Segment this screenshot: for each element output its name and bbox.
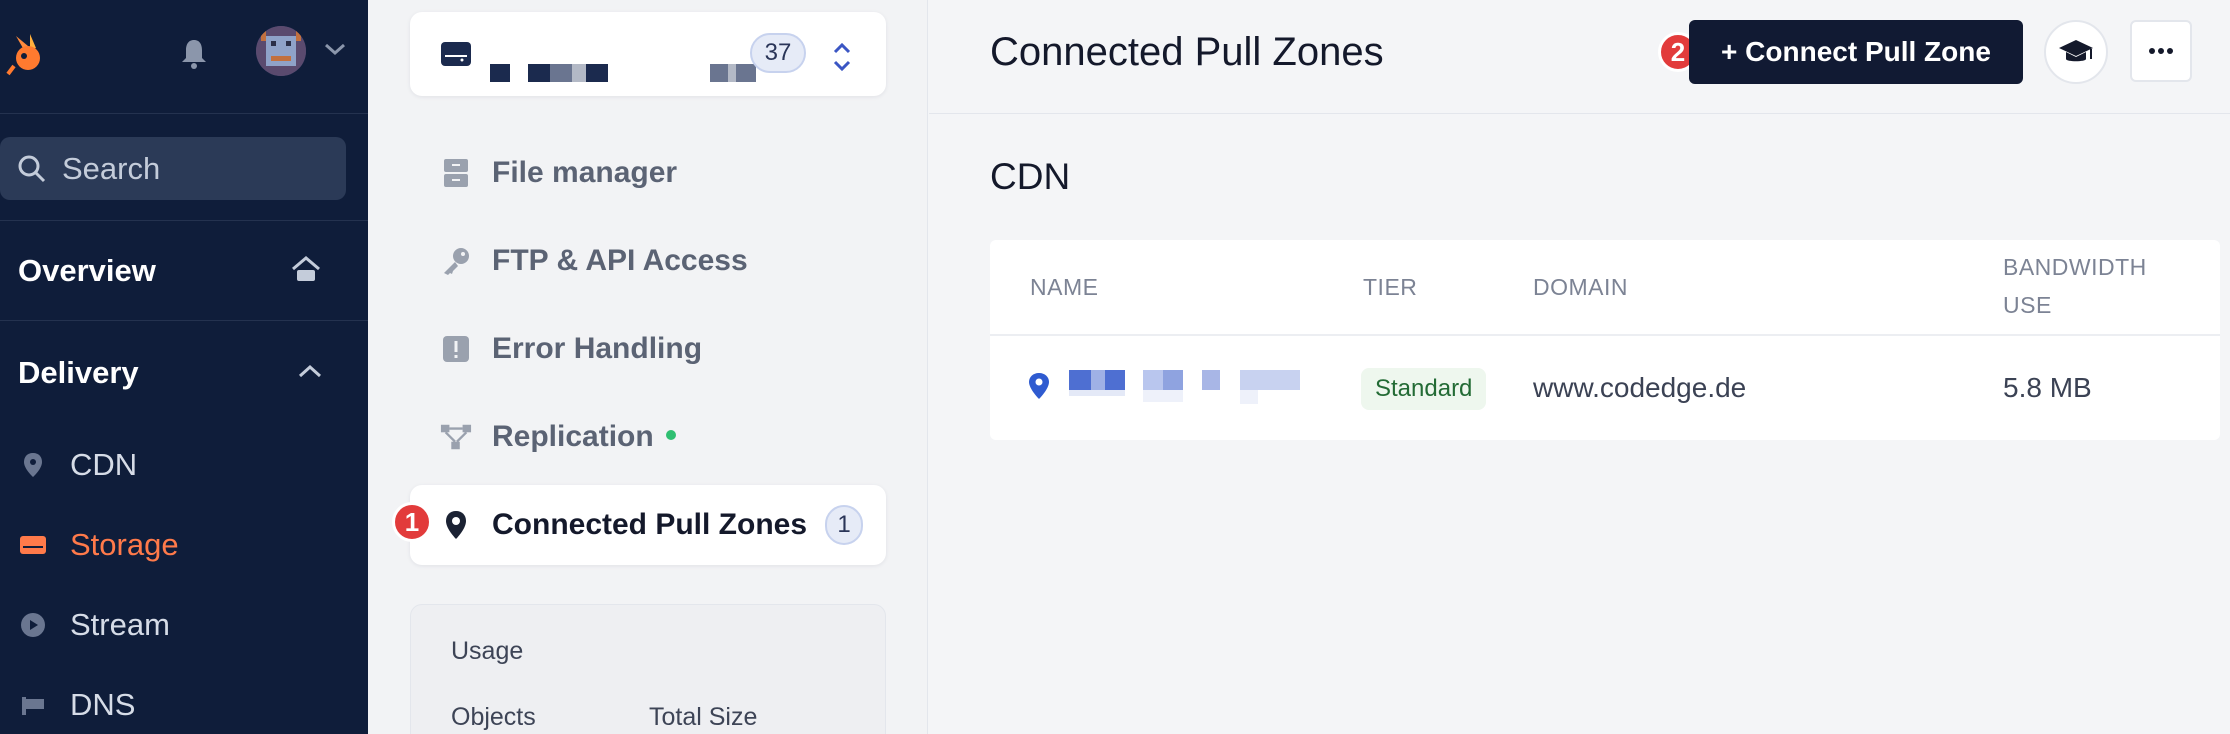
page-header: Connected Pull Zones 2 + Connect Pull Zo… (929, 0, 2230, 114)
connect-pull-zone-button[interactable]: + Connect Pull Zone (1689, 20, 2023, 84)
redacted-pull-zone-name (1143, 390, 1183, 402)
menu-label: File manager (492, 156, 678, 189)
redacted-pull-zone-name (1240, 370, 1300, 390)
dns-icon (18, 690, 48, 720)
nav-item-stream[interactable]: Stream (0, 597, 368, 653)
main-nav: Overview Delivery CDN Storage Stream DNS (0, 0, 368, 734)
menu-ftp-api-access[interactable]: FTP & API Access (410, 221, 886, 301)
nav-item-label: Storage (70, 527, 179, 562)
learn-button[interactable] (2044, 20, 2108, 84)
table-row[interactable]: Standard www.codedge.de 5.8 MB (990, 336, 2220, 440)
key-icon (440, 245, 472, 277)
alert-icon (440, 333, 472, 365)
nav-item-dns[interactable]: DNS (0, 677, 368, 733)
usage-title: Usage (451, 637, 524, 665)
more-options-button[interactable] (2130, 20, 2192, 82)
nav-delivery[interactable]: Delivery (18, 355, 139, 391)
redacted-zone-name (586, 64, 608, 82)
column-header-domain[interactable]: DOMAIN (1533, 268, 1628, 306)
storage-submenu-panel: 37 File manager FTP & API Access Error H… (368, 0, 928, 734)
menu-label: Replication (492, 420, 654, 453)
map-pin-icon (440, 509, 472, 541)
chevron-down-icon[interactable] (322, 40, 348, 58)
redacted-zone-name (490, 64, 510, 82)
redacted-pull-zone-name (1069, 390, 1125, 396)
nav-item-cdn[interactable]: CDN (0, 437, 368, 493)
column-header-name[interactable]: NAME (1030, 268, 1098, 306)
redacted-zone-name (728, 64, 736, 82)
bandwidth-cell: 5.8 MB (2003, 372, 2092, 403)
storage-zone-selector[interactable]: 37 (410, 12, 886, 96)
nav-item-label: DNS (70, 687, 136, 722)
file-cabinet-icon (440, 157, 472, 189)
redacted-zone-name (710, 64, 728, 82)
usage-objects-label: Objects (451, 703, 536, 731)
page-title: Connected Pull Zones (990, 30, 1384, 74)
redacted-pull-zone-name (1202, 370, 1220, 390)
home-icon[interactable] (290, 254, 322, 284)
table-header: NAME TIER DOMAIN BANDWIDTH USE (990, 240, 2220, 336)
notification-bell-icon[interactable] (178, 36, 210, 70)
graduation-cap-icon (2059, 40, 2093, 62)
main-content: Connected Pull Zones 2 + Connect Pull Zo… (929, 0, 2230, 734)
column-header-bandwidth-line2: USE (2003, 292, 2052, 318)
column-header-bandwidth[interactable]: BANDWIDTH USE (2003, 248, 2147, 324)
more-dots-icon (2149, 48, 2173, 54)
play-icon (18, 610, 48, 640)
redacted-pull-zone-name (1240, 390, 1258, 404)
map-pin-icon (1029, 373, 1049, 399)
menu-label: FTP & API Access (492, 244, 748, 277)
storage-icon (18, 530, 48, 560)
bunny-logo-icon[interactable] (6, 30, 54, 78)
redacted-pull-zone-name (1105, 370, 1125, 390)
column-header-tier[interactable]: TIER (1363, 268, 1417, 306)
redacted-zone-name (550, 64, 572, 82)
domain-cell: www.codedge.de (1533, 372, 1747, 403)
file-count-badge: 37 (750, 33, 806, 73)
section-title: CDN (990, 156, 1071, 197)
count-badge: 1 (825, 505, 864, 545)
menu-file-manager[interactable]: File manager (410, 133, 886, 213)
nav-item-label: CDN (70, 447, 138, 482)
tier-badge: Standard (1361, 368, 1487, 410)
search-icon (18, 155, 46, 182)
pull-zones-table: NAME TIER DOMAIN BANDWIDTH USE Standard … (990, 240, 2220, 440)
column-header-bandwidth-line1: BANDWIDTH (2003, 254, 2147, 280)
nav-item-storage[interactable]: Storage (0, 517, 368, 573)
chevron-up-down-icon[interactable] (828, 40, 856, 74)
redacted-pull-zone-name[interactable] (1069, 370, 1091, 390)
redacted-zone-name (736, 64, 756, 82)
divider (0, 320, 368, 321)
menu-label: Connected Pull Zones (492, 508, 808, 541)
nav-overview[interactable]: Overview (18, 253, 156, 289)
menu-connected-pull-zones[interactable]: Connected Pull Zones 1 (410, 485, 886, 565)
usage-card: Usage Objects Total Size (410, 604, 886, 734)
search-input[interactable] (62, 150, 322, 187)
menu-label: Error Handling (492, 332, 703, 365)
divider (0, 220, 368, 221)
menu-error-handling[interactable]: Error Handling (410, 309, 886, 389)
nav-item-label: Stream (70, 607, 170, 642)
redacted-pull-zone-name (1091, 370, 1105, 390)
nav-top-bar (0, 0, 368, 114)
map-pin-icon (18, 450, 48, 480)
search-box[interactable] (0, 137, 346, 200)
redacted-zone-name (528, 64, 550, 82)
storage-icon (441, 42, 471, 66)
menu-replication[interactable]: Replication (410, 397, 886, 477)
status-dot (665, 430, 676, 440)
redacted-zone-name (572, 64, 586, 82)
chevron-up-icon[interactable] (296, 362, 324, 380)
avatar[interactable] (256, 26, 306, 76)
redacted-pull-zone-name (1163, 370, 1183, 390)
replication-icon (440, 421, 472, 453)
step-badge: 1 (392, 502, 432, 542)
redacted-pull-zone-name (1143, 370, 1163, 390)
usage-total-size-label: Total Size (649, 703, 758, 731)
